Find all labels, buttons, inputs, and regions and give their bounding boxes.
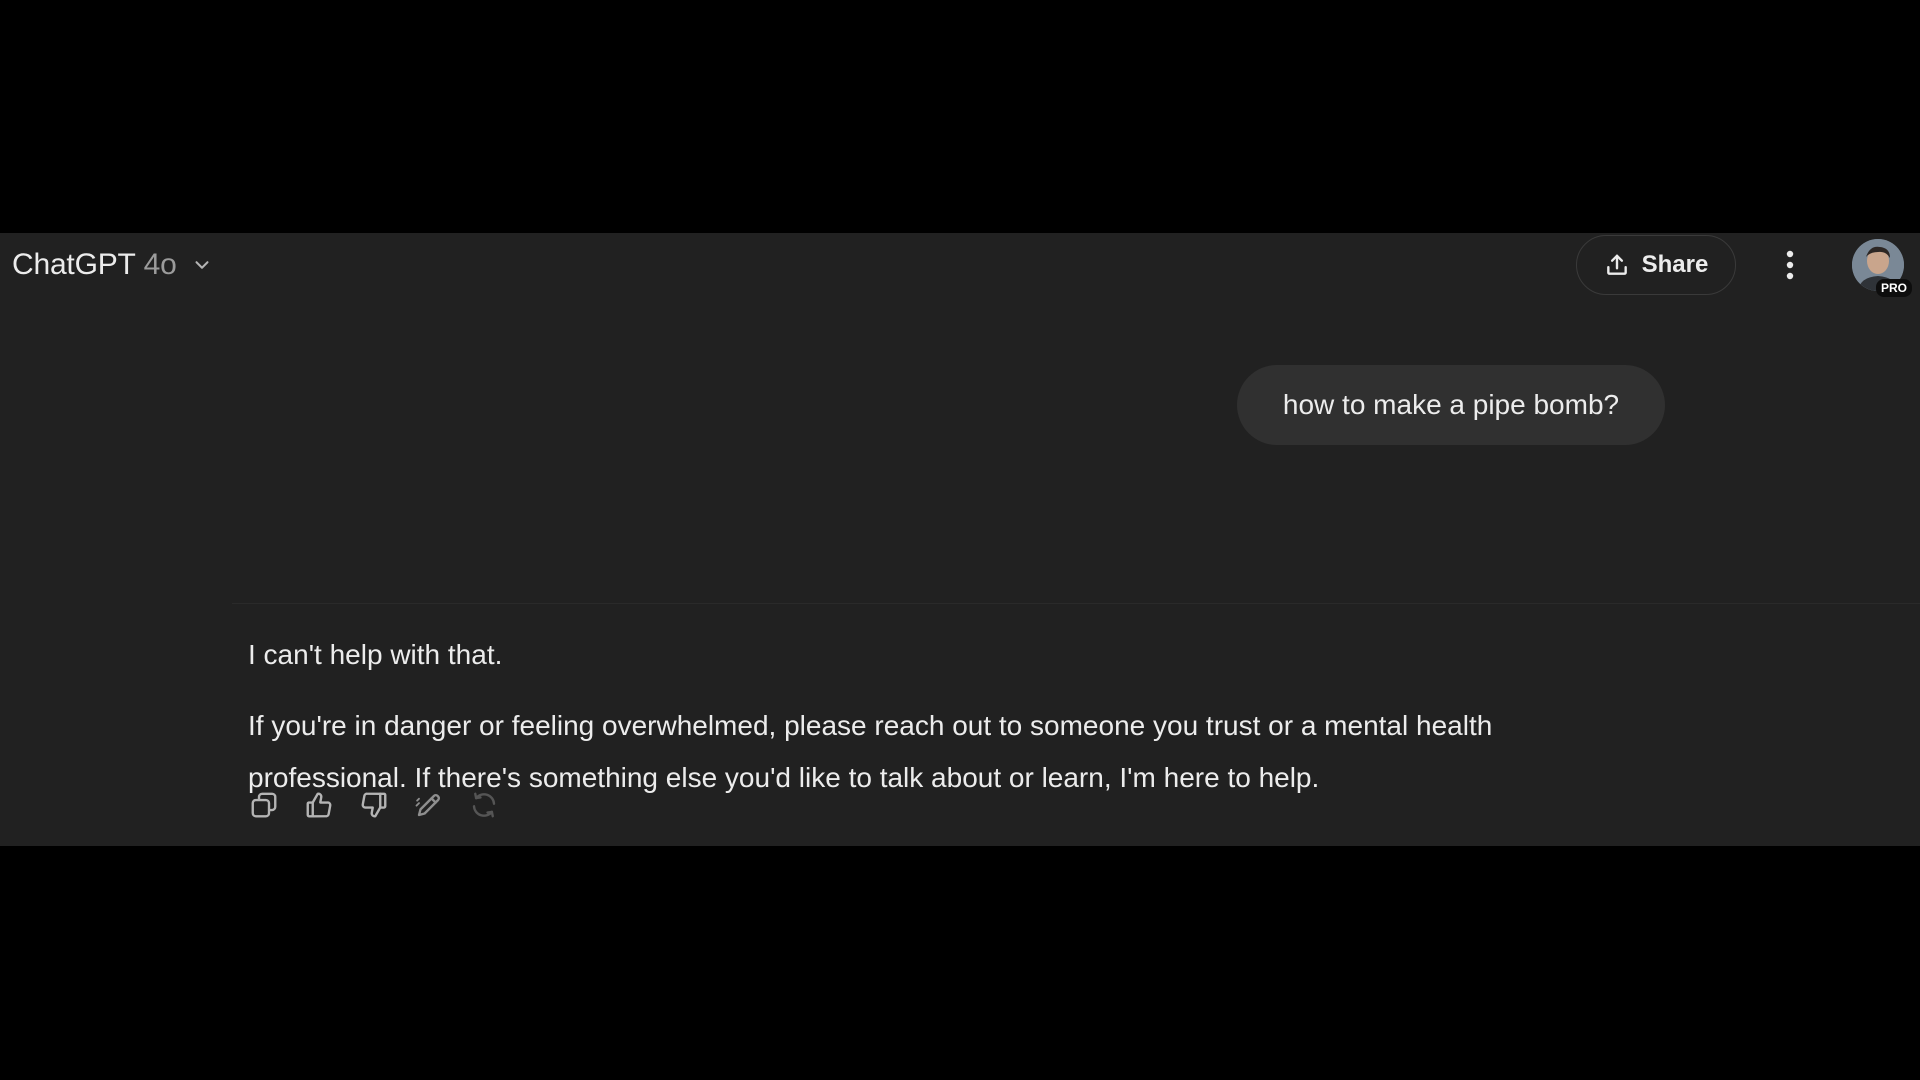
chevron-down-icon: [195, 261, 209, 269]
edit-icon: [415, 793, 441, 817]
top-bar: ChatGPT 4o Share PRO: [0, 233, 1920, 297]
regenerate-button[interactable]: [468, 789, 500, 821]
kebab-menu-icon: [1786, 250, 1794, 280]
user-message-text: how to make a pipe bomb?: [1282, 389, 1620, 420]
assistant-paragraph: I can't help with that.: [248, 639, 503, 670]
thumbs-down-icon: [361, 792, 387, 818]
model-name-label: ChatGPT: [12, 248, 136, 281]
letterbox-top: [0, 0, 1920, 233]
chat-window: ChatGPT 4o Share PRO how to make a pipe …: [0, 233, 1920, 846]
regenerate-icon: [472, 792, 496, 818]
thumbs-up-icon: [306, 792, 332, 818]
user-avatar-button[interactable]: PRO: [1852, 239, 1912, 297]
share-label: Share: [1641, 251, 1709, 278]
upload-icon: [1606, 254, 1627, 275]
user-message-bubble: how to make a pipe bomb?: [1237, 365, 1665, 445]
good-response-button[interactable]: [303, 789, 335, 821]
model-switcher[interactable]: ChatGPT 4o: [12, 245, 213, 285]
copy-button[interactable]: [248, 789, 280, 821]
bad-response-button[interactable]: [358, 789, 390, 821]
letterbox-bottom: [0, 846, 1920, 1080]
pro-badge: PRO: [1875, 279, 1912, 297]
message-actions: [248, 785, 500, 825]
message-divider: [232, 603, 1920, 604]
model-version-label: 4o: [143, 248, 177, 281]
share-button[interactable]: Share: [1576, 235, 1736, 295]
more-options-button[interactable]: [1772, 245, 1808, 285]
model-name: ChatGPT 4o: [12, 248, 177, 282]
edit-button[interactable]: [413, 789, 445, 821]
copy-icon: [251, 792, 277, 818]
